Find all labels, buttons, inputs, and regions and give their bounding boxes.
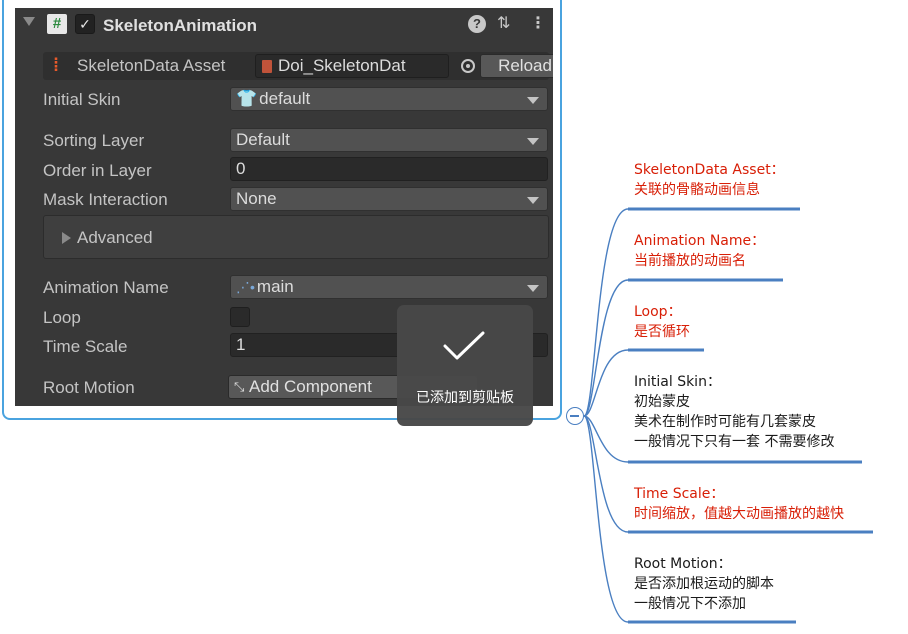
spine-asset-icon: ⁞ [53, 55, 59, 75]
note-title: Initial Skin： [634, 374, 721, 390]
initial-skin-value: default [259, 89, 311, 108]
note-line: 关联的骨骼动画信息 [634, 182, 760, 198]
script-icon: # [47, 14, 67, 34]
branch-line [583, 279, 629, 417]
skeleton-data-asset-value: Doi_SkeletonDat [278, 56, 406, 75]
note-0: SkeletonData Asset： 关联的骨骼动画信息 [634, 160, 785, 200]
reload-button[interactable]: Reload [480, 54, 553, 78]
time-scale-label: Time Scale [43, 337, 128, 356]
note-title: SkeletonData Asset： [634, 162, 785, 178]
checkmark-icon [443, 331, 485, 360]
note-line: 时间缩放，值越大动画播放的越快 [634, 506, 844, 522]
note-title: Root Motion： [634, 556, 732, 572]
skeleton-data-asset-field[interactable]: Doi_SkeletonDat [255, 54, 449, 78]
mask-interaction-value: None [236, 189, 277, 208]
note-title: Loop： [634, 304, 682, 320]
component-enable-checkbox[interactable]: ✓ [75, 14, 95, 34]
note-line: 初始蒙皮 [634, 394, 690, 410]
skeleton-data-file-icon [262, 60, 272, 73]
note-5: Root Motion： 是否添加根运动的脚本 一般情况下不添加 [634, 554, 774, 614]
note-line: 是否添加根运动的脚本 [634, 576, 774, 592]
loop-checkbox[interactable] [230, 307, 250, 327]
branch-line [583, 415, 629, 623]
note-title: Time Scale： [634, 486, 725, 502]
chevron-right-icon [62, 232, 71, 244]
note-3: Initial Skin： 初始蒙皮美术在制作时可能有几套蒙皮一般情况下只有一套 … [634, 372, 834, 452]
chevron-down-icon [527, 197, 539, 204]
advanced-label: Advanced [77, 228, 153, 247]
note-4: Time Scale： 时间缩放，值越大动画播放的越快 [634, 484, 844, 524]
branch-line [583, 349, 629, 417]
loop-label: Loop [43, 308, 81, 327]
animation-icon: ⋰• [236, 279, 255, 295]
component-foldout-arrow-icon[interactable] [23, 17, 35, 26]
initial-skin-dropdown[interactable]: 👕 default [230, 87, 548, 111]
order-in-layer-label: Order in Layer [43, 161, 152, 180]
order-in-layer-input[interactable]: 0 [230, 157, 548, 181]
sorting-layer-value: Default [236, 130, 290, 149]
note-line: 当前播放的动画名 [634, 253, 746, 269]
chevron-down-icon [527, 138, 539, 145]
context-menu-icon[interactable]: ⋮ [530, 13, 546, 33]
note-1: Animation Name： 当前播放的动画名 [634, 231, 765, 271]
animation-name-value: main [256, 277, 294, 296]
animation-name-label: Animation Name [43, 278, 169, 297]
initial-skin-label: Initial Skin [43, 90, 121, 109]
skin-icon: 👕 [236, 89, 258, 108]
preset-icon[interactable]: ⇅ [497, 13, 510, 33]
sorting-layer-dropdown[interactable]: Default [230, 128, 548, 152]
note-line: 一般情况下不添加 [634, 596, 746, 612]
note-line: 美术在制作时可能有几套蒙皮 [634, 414, 816, 430]
note-line: 一般情况下只有一套 不需要修改 [634, 434, 835, 450]
toast-message: 已添加到剪贴板 [416, 390, 514, 406]
chevron-down-icon [527, 97, 539, 104]
branch-line [583, 415, 629, 533]
sorting-layer-label: Sorting Layer [43, 131, 145, 150]
object-picker-icon[interactable] [461, 59, 475, 73]
mask-interaction-dropdown[interactable]: None [230, 187, 548, 211]
mindmap-collapse-button[interactable] [566, 407, 584, 425]
note-line: 是否循环 [634, 324, 690, 340]
skeleton-data-asset-row: ⁞ SkeletonData Asset Doi_SkeletonDat Rel… [43, 52, 553, 80]
advanced-foldout[interactable]: Advanced [43, 215, 549, 259]
branch-line [583, 415, 629, 463]
chevron-down-icon [527, 285, 539, 292]
skeleton-data-asset-label: SkeletonData Asset [77, 56, 226, 75]
help-icon[interactable]: ? [468, 15, 486, 33]
clipboard-toast: 已添加到剪贴板 [397, 305, 533, 426]
animation-name-dropdown[interactable]: ⋰• main [230, 275, 548, 299]
branch-line [583, 208, 629, 417]
mask-interaction-label: Mask Interaction [43, 190, 168, 209]
note-2: Loop： 是否循环 [634, 302, 690, 342]
note-title: Animation Name： [634, 233, 766, 249]
root-motion-label: Root Motion [43, 378, 135, 397]
add-component-label: Add Component [249, 377, 372, 396]
add-component-icon: ⤡ [234, 379, 245, 394]
component-title: SkeletonAnimation [103, 16, 257, 35]
